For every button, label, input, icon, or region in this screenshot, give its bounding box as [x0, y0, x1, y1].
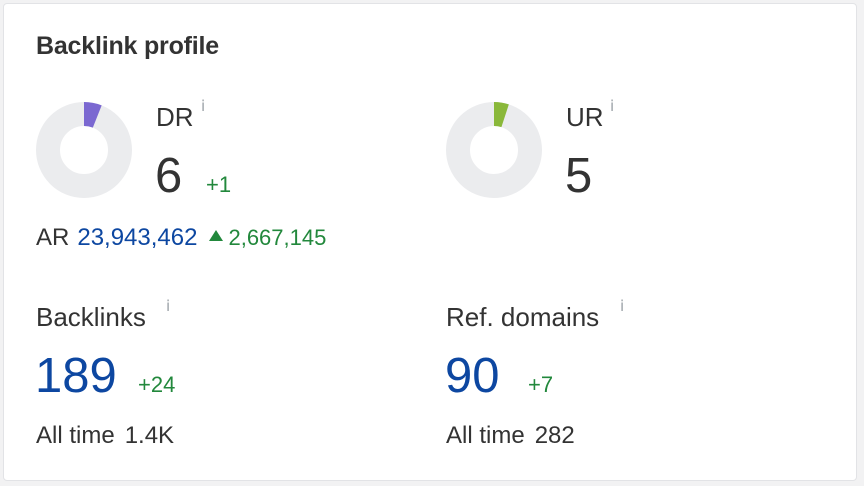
- ur-label: UR: [566, 102, 604, 132]
- ar-label: AR: [36, 224, 70, 251]
- backlinks-info-icon[interactable]: i: [166, 297, 170, 315]
- backlinks-all-time: All time 1.4K: [36, 422, 174, 450]
- dr-label: DR: [156, 102, 194, 132]
- backlink-profile-card: Backlink profile DR i 6 +1 UR i 5 AR 23,9…: [3, 3, 857, 481]
- backlinks-value[interactable]: 189: [35, 352, 117, 401]
- ref-domains-info-icon[interactable]: i: [620, 297, 624, 315]
- ur-value: 5: [565, 149, 593, 203]
- ref-domains-value[interactable]: 90: [445, 352, 500, 401]
- ref-domains-label: Ref. domains: [446, 302, 600, 332]
- card-title: Backlink profile: [36, 32, 219, 60]
- ur-info-icon[interactable]: i: [610, 97, 614, 115]
- ar-row: AR 23,943,462 2,667,145: [36, 224, 326, 252]
- dr-donut-fill: [83, 102, 102, 128]
- backlinks-all-time-label: All time: [36, 422, 115, 449]
- ref-domains-all-time-label: All time: [446, 422, 525, 449]
- ur-donut-fill: [493, 102, 509, 128]
- ur-donut-chart: [445, 101, 543, 199]
- dr-donut-chart: [35, 101, 133, 199]
- ref-domains-all-time-value: 282: [534, 422, 575, 449]
- dr-info-icon[interactable]: i: [201, 97, 205, 115]
- ar-delta: 2,667,145: [228, 225, 327, 250]
- backlinks-delta: +24: [138, 372, 176, 397]
- arrow-up-icon: [209, 230, 224, 241]
- ref-domains-all-time: All time 282: [446, 422, 575, 450]
- dr-value: 6: [155, 149, 183, 203]
- ar-value[interactable]: 23,943,462: [77, 224, 197, 251]
- backlinks-label: Backlinks: [36, 302, 146, 332]
- backlinks-all-time-value: 1.4K: [124, 422, 175, 449]
- dr-delta: +1: [206, 172, 232, 197]
- ref-domains-delta: +7: [528, 372, 554, 397]
